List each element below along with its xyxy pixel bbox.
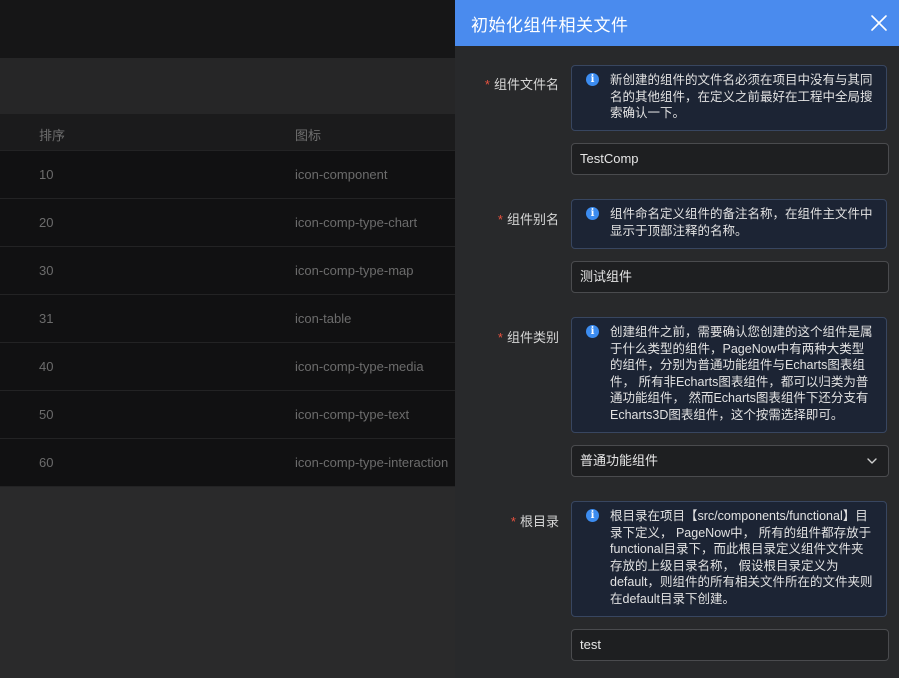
category-label: * 组件类别 xyxy=(497,330,559,345)
close-icon[interactable] xyxy=(867,11,891,35)
required-mark: * xyxy=(497,330,503,345)
background-toolbar xyxy=(0,58,455,115)
cell-order: 50 xyxy=(39,407,54,422)
cell-icon: icon-comp-type-text xyxy=(295,407,410,422)
chevron-down-icon xyxy=(867,458,877,464)
root-dir-tip: i 根目录在项目【src/components/functional】目录下定义… xyxy=(571,501,887,617)
category-tip: i 创建组件之前，需要确认您创建的这个组件是属于什么类型的组件，PageNow中… xyxy=(571,317,887,433)
table-row: 30 icon-comp-type-map xyxy=(0,247,455,295)
tip-text: 创建组件之前，需要确认您创建的这个组件是属于什么类型的组件，PageNow中有两… xyxy=(610,325,873,422)
table-row: 60 icon-comp-type-interaction xyxy=(0,439,455,487)
component-type-table: 排序 图标 10 icon-component 20 icon-comp-typ… xyxy=(0,114,455,487)
cell-icon: icon-comp-type-chart xyxy=(295,215,418,230)
input-value: 测试组件 xyxy=(580,269,633,284)
column-header-icon: 图标 xyxy=(295,128,322,143)
root-dir-label: * 根目录 xyxy=(510,514,559,529)
table-row: 50 icon-comp-type-text xyxy=(0,391,455,439)
column-header-order: 排序 xyxy=(39,128,66,143)
required-mark: * xyxy=(484,77,490,92)
file-name-label: * 组件文件名 xyxy=(484,77,559,92)
table-row: 20 icon-comp-type-chart xyxy=(0,199,455,247)
required-mark: * xyxy=(510,514,516,529)
drawer-header: 初始化组件相关文件 xyxy=(455,0,899,46)
info-icon: i xyxy=(586,325,599,338)
tip-text: 组件命名定义组件的备注名称，在组件主文件中显示于顶部注释的名称。 xyxy=(610,207,873,238)
input-value: test xyxy=(580,637,601,652)
file-name-tip: i 新创建的组件的文件名必须在项目中没有与其同名的其他组件，在定义之前最好在工程… xyxy=(571,65,887,131)
table-row: 40 icon-comp-type-media xyxy=(0,343,455,391)
input-value: TestComp xyxy=(580,151,639,166)
cell-order: 31 xyxy=(39,311,54,326)
select-value: 普通功能组件 xyxy=(580,453,659,468)
cell-icon: icon-table xyxy=(295,311,352,326)
file-name-input[interactable]: TestComp xyxy=(571,143,889,175)
root-dir-input[interactable]: test xyxy=(571,629,889,661)
tip-text: 根目录在项目【src/components/functional】目录下定义， … xyxy=(610,509,873,606)
drawer-title: 初始化组件相关文件 xyxy=(471,16,629,35)
alias-input[interactable]: 测试组件 xyxy=(571,261,889,293)
cell-icon: icon-comp-type-media xyxy=(295,359,424,374)
alias-tip: i 组件命名定义组件的备注名称，在组件主文件中显示于顶部注释的名称。 xyxy=(571,199,887,249)
info-icon: i xyxy=(586,207,599,220)
background-topbar xyxy=(0,0,455,58)
cell-icon: icon-comp-type-map xyxy=(295,263,414,278)
cell-order: 60 xyxy=(39,455,54,470)
cell-icon: icon-component xyxy=(295,167,388,182)
cell-icon: icon-comp-type-interaction xyxy=(295,455,449,470)
info-icon: i xyxy=(586,73,599,86)
table-row: 31 icon-table xyxy=(0,295,455,343)
init-component-drawer: 初始化组件相关文件 * 组件文件名 i 新创建的组件的文件名必须在项目中没有与其同… xyxy=(455,0,899,678)
table-row: 10 icon-component xyxy=(0,151,455,199)
cell-order: 40 xyxy=(39,359,54,374)
tip-text: 新创建的组件的文件名必须在项目中没有与其同名的其他组件，在定义之前最好在工程中全… xyxy=(610,73,873,120)
required-mark: * xyxy=(497,212,503,227)
info-icon: i xyxy=(586,509,599,522)
cell-order: 20 xyxy=(39,215,54,230)
cell-order: 30 xyxy=(39,263,54,278)
alias-label: * 组件别名 xyxy=(497,212,559,227)
cell-order: 10 xyxy=(39,167,54,182)
category-select[interactable]: 普通功能组件 xyxy=(571,445,889,477)
table-header: 排序 图标 xyxy=(0,114,455,151)
